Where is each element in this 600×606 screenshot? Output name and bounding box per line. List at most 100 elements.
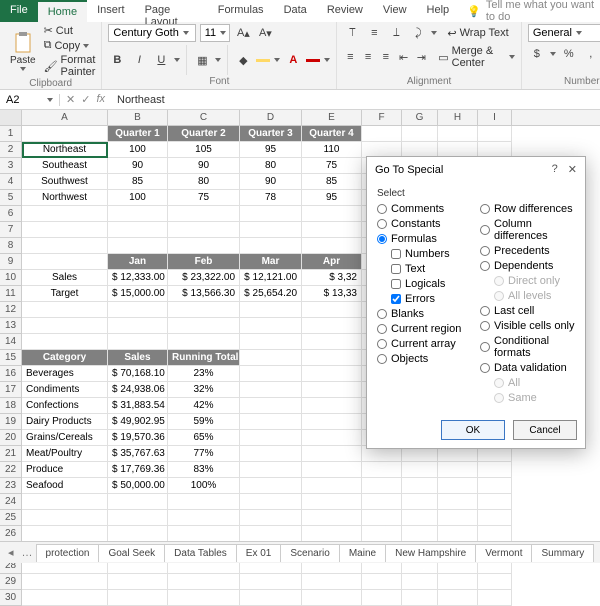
row-header-24[interactable]: 24	[0, 494, 21, 510]
cell[interactable]	[168, 238, 240, 254]
wrap-text-button[interactable]: ↩Wrap Text	[447, 27, 508, 40]
cell[interactable]: 77%	[168, 446, 240, 462]
col-header-F[interactable]: F	[362, 110, 402, 125]
cell[interactable]: Confections	[22, 398, 108, 414]
tell-me[interactable]: 💡 Tell me what you want to do	[467, 0, 600, 22]
help-icon[interactable]: ?	[552, 163, 558, 176]
cell[interactable]	[302, 430, 362, 446]
radio-input[interactable]	[377, 204, 387, 214]
cell[interactable]	[22, 334, 108, 350]
cell[interactable]: 65%	[168, 430, 240, 446]
cell[interactable]	[22, 574, 108, 590]
radio-input[interactable]	[377, 324, 387, 334]
cell[interactable]	[302, 462, 362, 478]
cell[interactable]	[402, 510, 438, 526]
cell[interactable]: Apr	[302, 254, 362, 270]
cell[interactable]	[22, 494, 108, 510]
row-header-22[interactable]: 22	[0, 462, 21, 478]
cell[interactable]	[362, 494, 402, 510]
row-header-26[interactable]: 26	[0, 526, 21, 542]
cell[interactable]	[240, 366, 302, 382]
cell[interactable]	[240, 222, 302, 238]
sheet-tab-new-hampshire[interactable]: New Hampshire	[385, 544, 476, 562]
cell[interactable]	[168, 494, 240, 510]
sheet-tab-data-tables[interactable]: Data Tables	[164, 544, 237, 562]
col-header-E[interactable]: E	[302, 110, 362, 125]
cell[interactable]	[240, 398, 302, 414]
cell[interactable]	[108, 302, 168, 318]
sheet-tab-goal-seek[interactable]: Goal Seek	[98, 544, 165, 562]
col-header-G[interactable]: G	[402, 110, 438, 125]
cancel-formula-icon[interactable]: ✕	[66, 93, 75, 106]
fx-icon[interactable]: fx	[96, 93, 105, 106]
option-numbers[interactable]: Numbers	[391, 248, 472, 260]
formula-value[interactable]: Northeast	[111, 94, 171, 106]
cell[interactable]	[302, 318, 362, 334]
cell[interactable]: Running Total	[168, 350, 240, 366]
radio-input[interactable]	[480, 363, 490, 373]
cell[interactable]	[22, 206, 108, 222]
row-header-21[interactable]: 21	[0, 446, 21, 462]
copy-button[interactable]: ⧉Copy	[44, 39, 96, 52]
cell[interactable]	[22, 302, 108, 318]
cell[interactable]: $ 15,000.00	[108, 286, 168, 302]
row-header-12[interactable]: 12	[0, 302, 21, 318]
option-precedents[interactable]: Precedents	[480, 245, 575, 257]
cell[interactable]	[240, 318, 302, 334]
cut-button[interactable]: ✂Cut	[44, 24, 96, 37]
cell[interactable]	[402, 590, 438, 606]
font-color-button[interactable]: A	[284, 51, 302, 69]
cell[interactable]	[108, 206, 168, 222]
cell[interactable]	[302, 302, 362, 318]
cell[interactable]: 100	[108, 142, 168, 158]
row-header-4[interactable]: 4	[0, 174, 21, 190]
cell[interactable]	[402, 478, 438, 494]
align-center-button[interactable]: ≡	[361, 48, 375, 66]
cell[interactable]	[108, 510, 168, 526]
row-header-25[interactable]: 25	[0, 510, 21, 526]
increase-font-button[interactable]: A▴	[234, 24, 252, 42]
cell[interactable]	[168, 206, 240, 222]
cell[interactable]	[108, 494, 168, 510]
col-header-H[interactable]: H	[438, 110, 478, 125]
cell[interactable]: $ 25,654.20	[240, 286, 302, 302]
option-row-differences[interactable]: Row differences	[480, 203, 575, 215]
cell[interactable]	[402, 462, 438, 478]
cell[interactable]: Northeast	[22, 142, 108, 158]
col-header-I[interactable]: I	[478, 110, 512, 125]
align-right-button[interactable]: ≡	[379, 48, 393, 66]
cell[interactable]: Condiments	[22, 382, 108, 398]
cell[interactable]: Quarter 3	[240, 126, 302, 142]
checkbox-input[interactable]	[391, 294, 401, 304]
cell[interactable]: 85	[302, 174, 362, 190]
cell[interactable]	[438, 510, 478, 526]
cell[interactable]	[438, 574, 478, 590]
cell[interactable]	[302, 222, 362, 238]
cell[interactable]	[362, 478, 402, 494]
radio-input[interactable]	[480, 261, 490, 271]
cell[interactable]	[302, 334, 362, 350]
close-icon[interactable]: ✕	[568, 163, 577, 176]
cell[interactable]: Category	[22, 350, 108, 366]
option-objects[interactable]: Objects	[377, 353, 472, 365]
number-format-select[interactable]: General	[528, 24, 600, 42]
row-header-19[interactable]: 19	[0, 414, 21, 430]
cell[interactable]	[22, 590, 108, 606]
cell[interactable]	[168, 590, 240, 606]
cell[interactable]	[22, 126, 108, 142]
cell[interactable]: $ 3,32	[302, 270, 362, 286]
cell[interactable]: $ 49,902.95	[108, 414, 168, 430]
tab-data[interactable]: Data	[274, 0, 317, 22]
sheet-tab-scenario[interactable]: Scenario	[280, 544, 339, 562]
cell[interactable]	[302, 510, 362, 526]
cell[interactable]	[240, 350, 302, 366]
cell[interactable]	[240, 206, 302, 222]
cell[interactable]	[302, 478, 362, 494]
cell[interactable]: 105	[168, 142, 240, 158]
tab-review[interactable]: Review	[317, 0, 373, 22]
row-header-23[interactable]: 23	[0, 478, 21, 494]
cell[interactable]: $ 24,938.06	[108, 382, 168, 398]
radio-input[interactable]	[480, 321, 490, 331]
cell[interactable]	[240, 526, 302, 542]
cell[interactable]	[302, 350, 362, 366]
